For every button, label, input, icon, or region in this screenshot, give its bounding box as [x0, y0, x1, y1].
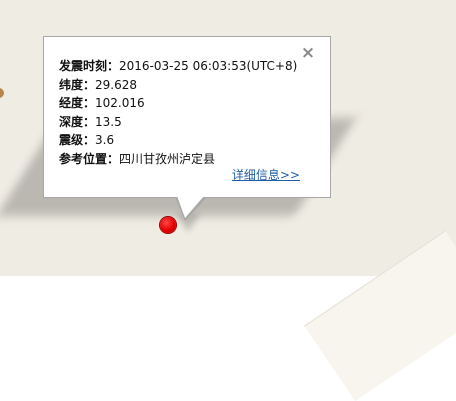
time-label: 发震时刻： — [59, 59, 120, 73]
info-row-latitude: 纬度：29.628 — [59, 76, 297, 95]
location-value: 四川甘孜州泸定县 — [119, 151, 216, 166]
close-icon[interactable]: × — [300, 45, 316, 62]
info-row-longitude: 经度：102.016 — [59, 94, 297, 113]
latitude-label: 纬度： — [59, 77, 96, 92]
info-row-depth: 深度：13.5 — [59, 113, 297, 132]
time-value: 2016-03-25 06:03:53(UTC+8) — [119, 59, 298, 73]
latitude-value: 29.628 — [95, 77, 138, 92]
popup-tail — [177, 196, 204, 218]
depth-label: 深度： — [59, 114, 96, 129]
earthquake-info-list: 发震时刻：2016-03-25 06:03:53(UTC+8) 纬度：29.62… — [59, 57, 297, 169]
location-label: 参考位置： — [59, 151, 120, 166]
map-road — [304, 230, 456, 401]
earthquake-marker-icon[interactable] — [160, 217, 176, 233]
depth-value: 13.5 — [95, 114, 122, 129]
details-link[interactable]: 详细信息>> — [232, 166, 300, 183]
info-row-time: 发震时刻：2016-03-25 06:03:53(UTC+8) — [59, 57, 297, 76]
magnitude-value: 3.6 — [95, 133, 115, 148]
longitude-value: 102.016 — [95, 96, 145, 111]
info-row-magnitude: 震级：3.6 — [59, 131, 297, 150]
earthquake-info-popup: × 发震时刻：2016-03-25 06:03:53(UTC+8) 纬度：29.… — [43, 36, 331, 198]
longitude-label: 经度： — [59, 96, 96, 111]
map-marker-partial[interactable] — [0, 88, 4, 98]
magnitude-label: 震级： — [59, 133, 96, 148]
